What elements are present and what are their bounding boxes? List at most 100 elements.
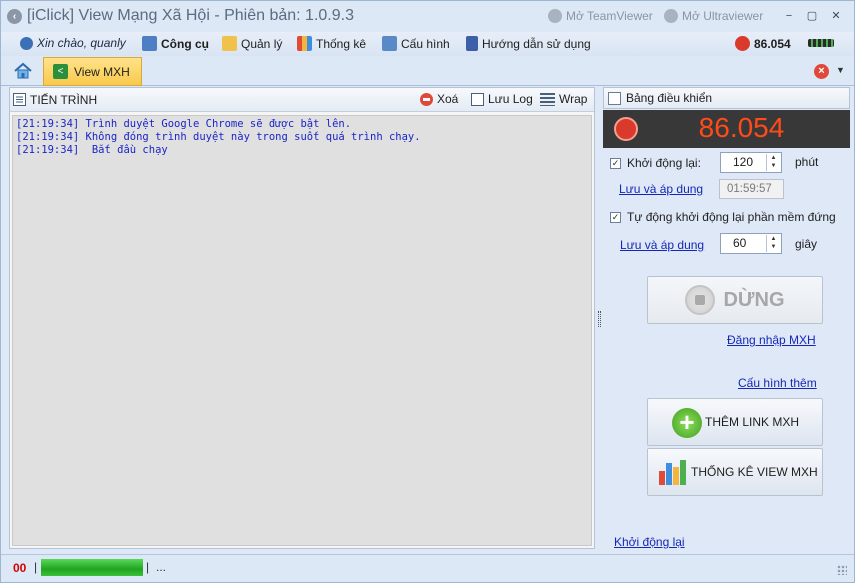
- clear-log-label: Xoá: [437, 92, 459, 106]
- menu-config-label: Cấu hình: [401, 36, 450, 51]
- open-teamviewer-button[interactable]: Mở TeamViewer: [548, 9, 653, 23]
- add-link-label: THÊM LINK MXH: [705, 415, 800, 429]
- save-apply-restart-link[interactable]: Lưu và áp dung: [619, 182, 703, 196]
- teamviewer-icon: [548, 9, 562, 23]
- more-config-link[interactable]: Cấu hình thêm: [738, 376, 817, 390]
- share-icon: <: [53, 64, 68, 79]
- stop-button[interactable]: DỪNG: [647, 276, 823, 324]
- status-count: 00: [13, 561, 27, 575]
- progress-header: TIẾN TRÌNH Xoá Lưu Log Wrap: [10, 88, 594, 112]
- ultraviewer-label: Mở Ultraviewer: [682, 9, 764, 23]
- menu-tools[interactable]: Công cụ: [142, 36, 209, 51]
- countdown-display: 01:59:57: [719, 179, 784, 199]
- wrap-button[interactable]: Wrap: [540, 92, 587, 106]
- counter-value: 86.054: [698, 112, 785, 143]
- wrap-label: Wrap: [559, 92, 588, 106]
- control-panel-header: Bảng điều khiển: [603, 87, 850, 109]
- save-apply-auto-link[interactable]: Lưu và áp dung: [620, 238, 704, 252]
- bar-chart-icon: [297, 36, 312, 51]
- stop-icon: [685, 285, 716, 315]
- add-link-button[interactable]: + THÊM LINK MXH: [647, 398, 823, 446]
- balance-value: 86.054: [754, 36, 791, 51]
- network-indicator: [808, 39, 834, 47]
- menu-stats[interactable]: Thống kê: [297, 36, 366, 51]
- main-window: ‹ [iClick] View Mạng Xã Hội - Phiên bản:…: [0, 0, 855, 583]
- log-line: [21:19:34] Bắt đầu chạy: [16, 144, 168, 156]
- auto-restart-checkbox-row[interactable]: ✓ Tự động khởi động lại phần mềm đứng: [610, 210, 836, 224]
- stop-button-label: DỪNG: [723, 288, 785, 311]
- signal-icon: [808, 39, 834, 47]
- restart-minutes-spinner[interactable]: 120 ▲ ▼: [720, 152, 782, 173]
- maximize-button[interactable]: ▢: [805, 9, 819, 23]
- close-button[interactable]: ✕: [829, 9, 843, 23]
- auto-unit: giây: [795, 237, 818, 251]
- menu-manage-label: Quản lý: [241, 36, 283, 51]
- tab-view-mxh-label: View MXH: [74, 64, 130, 79]
- stats-view-button[interactable]: THỐNG KÊ VIEW MXH: [647, 448, 823, 496]
- tab-view-mxh[interactable]: < View MXH: [43, 57, 142, 86]
- save-log-label: Lưu Log: [488, 92, 533, 106]
- close-tab-icon[interactable]: ×: [814, 64, 829, 79]
- auto-seconds-value: 60: [733, 236, 747, 250]
- save-log-button[interactable]: Lưu Log: [471, 92, 533, 106]
- home-icon[interactable]: [13, 61, 33, 81]
- menu-stats-label: Thống kê: [316, 36, 367, 51]
- menu-bar: Xin chào, quanly Công cụ Quản lý Thống k…: [1, 32, 854, 56]
- document-icon: [471, 92, 484, 106]
- menu-manage[interactable]: Quản lý: [222, 36, 282, 51]
- menu-config[interactable]: Cấu hình: [382, 36, 450, 51]
- auto-restart-label: Tự động khởi động lại phần mềm đứng: [627, 210, 836, 224]
- control-panel-title: Bảng điều khiển: [626, 91, 713, 105]
- status-progress-bar: [41, 559, 143, 576]
- ultraviewer-icon: [664, 9, 678, 23]
- restart-checkbox-row[interactable]: ✓ Khởi động lại:: [610, 156, 701, 170]
- log-textbox[interactable]: [21:19:34] Trình duyệt Google Chrome sẽ …: [12, 115, 592, 546]
- greeting[interactable]: Xin chào, quanly: [20, 36, 126, 50]
- menu-tools-label: Công cụ: [161, 36, 209, 51]
- menu-guide-label: Hướng dẫn sử dụng: [482, 36, 591, 51]
- app-icon: ‹: [7, 9, 22, 24]
- counter-display: 86.054: [603, 110, 850, 148]
- status-bar: 00 | | ...: [1, 554, 854, 582]
- restart-app-link[interactable]: Khởi động lại: [614, 535, 685, 549]
- spinner-arrows-icon[interactable]: ▲ ▼: [766, 235, 780, 252]
- delete-icon: [420, 92, 433, 106]
- panel-icon: [608, 91, 621, 105]
- auto-seconds-spinner[interactable]: 60 ▲ ▼: [720, 233, 782, 254]
- spinner-arrows-icon[interactable]: ▲ ▼: [766, 154, 780, 171]
- panel-splitter[interactable]: [598, 311, 601, 327]
- log-line: [21:19:34] Không đóng trình duyệt này tr…: [16, 131, 421, 143]
- login-mxh-link[interactable]: Đăng nhập MXH: [727, 333, 816, 347]
- bar-chart-icon: [659, 460, 686, 485]
- menu-guide[interactable]: Hướng dẫn sử dụng: [466, 36, 591, 51]
- config-icon: [382, 36, 397, 51]
- restart-checkbox[interactable]: ✓: [610, 157, 621, 169]
- user-icon: [20, 36, 33, 50]
- log-line: [21:19:34] Trình duyệt Google Chrome sẽ …: [16, 118, 352, 130]
- balance-display: 86.054: [735, 36, 791, 51]
- teamviewer-label: Mở TeamViewer: [566, 9, 653, 23]
- coin-icon: [735, 36, 750, 51]
- book-icon: [466, 36, 478, 51]
- tab-row: < View MXH: [1, 56, 854, 86]
- title-bar: ‹ [iClick] View Mạng Xã Hội - Phiên bản:…: [1, 1, 854, 32]
- window-title: [iClick] View Mạng Xã Hội - Phiên bản: 1…: [27, 7, 354, 24]
- greeting-label: Xin chào, quanly: [37, 36, 126, 50]
- clear-log-button[interactable]: Xoá: [420, 92, 458, 106]
- progress-panel: TIẾN TRÌNH Xoá Lưu Log Wrap [21:19:34] T…: [9, 87, 595, 549]
- status-extra: ...: [156, 560, 167, 574]
- restart-minutes-value: 120: [733, 155, 754, 169]
- chevron-down-icon[interactable]: ▼: [836, 65, 845, 75]
- stats-view-label: THỐNG KÊ VIEW MXH: [691, 465, 818, 479]
- tools-icon: [142, 36, 157, 51]
- auto-restart-checkbox[interactable]: ✓: [610, 211, 621, 223]
- minimize-button[interactable]: −: [782, 9, 796, 23]
- plus-icon: +: [672, 408, 702, 438]
- open-ultraviewer-button[interactable]: Mở Ultraviewer: [664, 9, 763, 23]
- restart-unit: phút: [795, 155, 819, 169]
- restart-label: Khởi động lại:: [627, 156, 701, 170]
- resize-grip-icon[interactable]: [837, 565, 847, 575]
- status-separator: |: [34, 560, 38, 574]
- list-icon: [13, 93, 26, 106]
- folder-icon: [222, 36, 237, 51]
